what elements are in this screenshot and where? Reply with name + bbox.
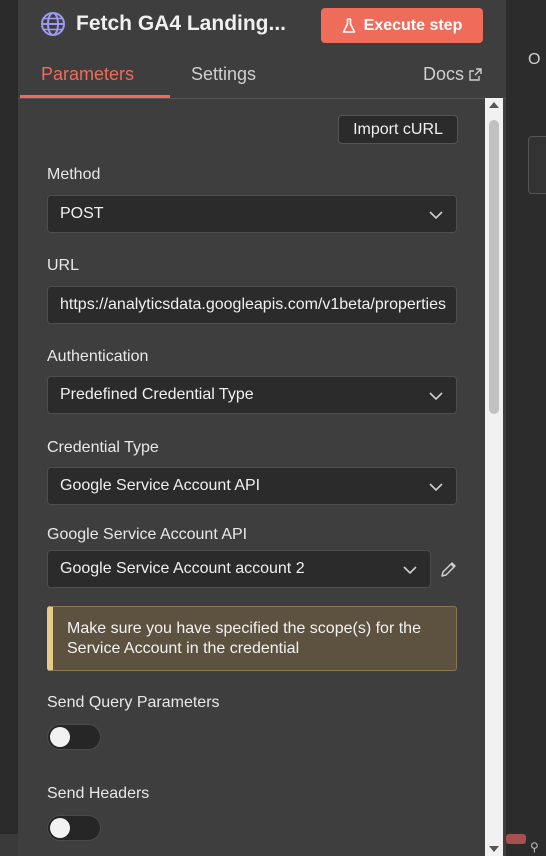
background-panel-box (528, 136, 546, 194)
method-value: POST (60, 205, 104, 222)
url-label: URL (47, 257, 80, 274)
scroll-down-arrow-icon[interactable] (489, 846, 499, 852)
method-label: Method (47, 166, 101, 183)
google-service-account-value: Google Service Account account 2 (60, 560, 305, 577)
background-node-edge (506, 834, 526, 844)
docs-link[interactable]: Docs (423, 64, 482, 85)
background-bulb-icon: ⚲ (530, 840, 539, 854)
globe-icon (41, 12, 65, 36)
send-headers-label: Send Headers (47, 785, 150, 802)
toggle-knob (50, 727, 70, 747)
tab-settings[interactable]: Settings (191, 64, 256, 85)
panel-scrollbar[interactable] (485, 98, 503, 856)
background-letter: O (528, 51, 541, 68)
scope-warning-notice: Make sure you have specified the scope(s… (47, 606, 457, 671)
node-title[interactable]: Fetch GA4 Landing... (76, 12, 286, 36)
execute-step-label: Execute step (363, 16, 463, 34)
canvas-background-right (506, 0, 546, 856)
panel-tabs: Parameters Settings Docs (18, 50, 506, 99)
chevron-down-icon (429, 483, 443, 492)
toggle-knob (50, 818, 70, 838)
authentication-select[interactable]: Predefined Credential Type (47, 376, 457, 414)
authentication-label: Authentication (47, 348, 149, 365)
send-query-parameters-toggle[interactable] (47, 724, 101, 750)
node-parameters-panel: Fetch GA4 Landing... Execute step Parame… (18, 0, 506, 856)
scrollbar-thumb[interactable] (489, 120, 499, 414)
credential-type-select[interactable]: Google Service Account API (47, 467, 457, 505)
execute-step-button[interactable]: Execute step (321, 8, 483, 43)
chevron-down-icon (429, 392, 443, 401)
url-input[interactable]: https://analyticsdata.googleapis.com/v1b… (47, 286, 457, 324)
tab-parameters[interactable]: Parameters (41, 64, 134, 85)
credential-type-label: Credential Type (47, 439, 159, 456)
google-service-account-label: Google Service Account API (47, 526, 248, 543)
edit-credential-pencil-icon[interactable] (439, 559, 459, 579)
chevron-down-icon (429, 211, 443, 220)
url-value: https://analyticsdata.googleapis.com/v1b… (60, 296, 447, 313)
method-select[interactable]: POST (47, 195, 457, 233)
send-query-parameters-label: Send Query Parameters (47, 694, 220, 711)
scroll-up-arrow-icon[interactable] (489, 102, 499, 108)
credential-type-value: Google Service Account API (60, 477, 261, 494)
background-bottom-strip (0, 834, 18, 856)
panel-header: Fetch GA4 Landing... Execute step (18, 0, 506, 50)
external-link-icon (469, 68, 482, 81)
google-service-account-select[interactable]: Google Service Account account 2 (47, 550, 431, 588)
authentication-value: Predefined Credential Type (60, 386, 254, 403)
send-headers-toggle[interactable] (47, 815, 101, 841)
docs-label: Docs (422, 64, 464, 84)
flask-icon (342, 17, 355, 33)
parameters-content: Import cURL Method POST URL https://anal… (18, 98, 506, 856)
chevron-down-icon (403, 566, 417, 575)
canvas-background-left (0, 0, 18, 856)
import-curl-button[interactable]: Import cURL (338, 115, 458, 144)
